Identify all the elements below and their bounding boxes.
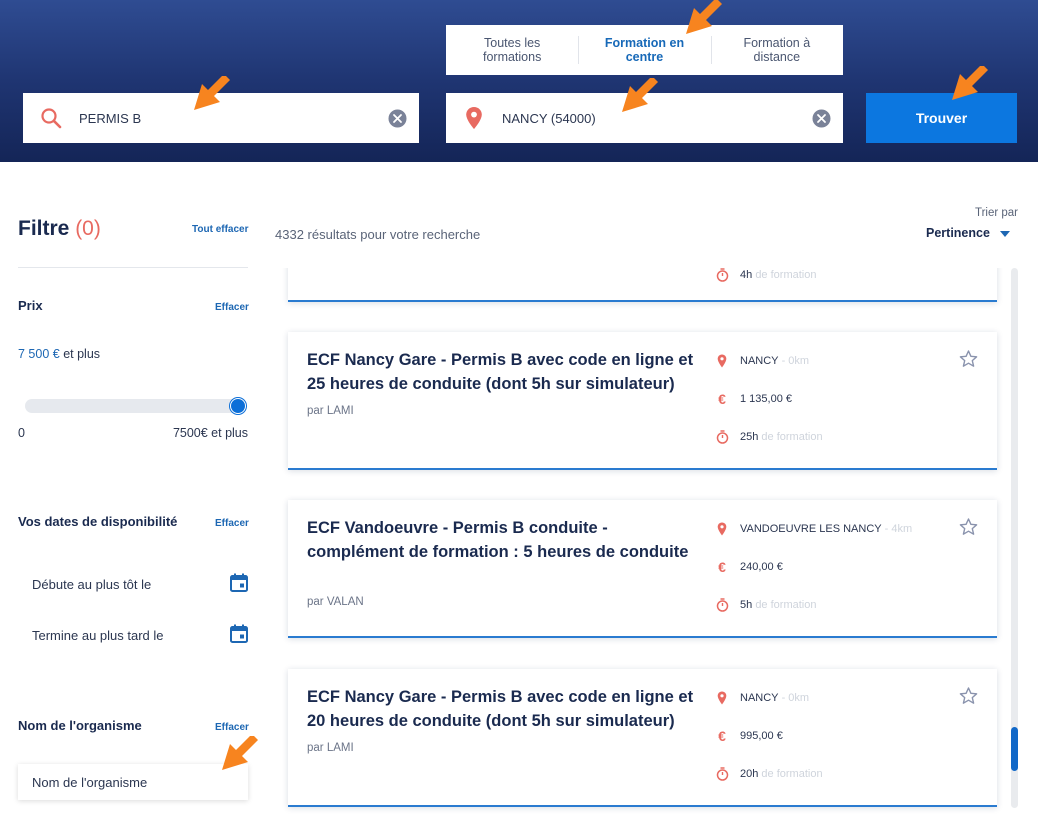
location-field [446,93,843,143]
card-duration-value: 25h [740,431,759,443]
clear-dates-link[interactable]: Effacer [215,518,249,529]
search-input[interactable] [79,93,375,143]
results-scrollbar-thumb[interactable] [1011,727,1018,771]
card-org: par LAMI [307,742,354,754]
price-section-title: Prix [18,298,43,313]
card-org: par VALAN [307,596,364,608]
card-title[interactable]: ECF Vandoeuvre - Permis B conduite - com… [307,517,697,564]
calendar-icon[interactable] [230,573,248,595]
card-price-value: 1 135,00 € [740,393,792,405]
location-input[interactable] [502,93,799,143]
results-list: 4h de formation ECF Nancy Gare - Permis … [272,268,1012,828]
formation-mode-tabs: Toutes les formations Formation en centr… [446,25,843,75]
card-price: € 1 135,00 € [715,392,792,406]
org-name-input[interactable] [18,764,248,800]
card-price: € 995,00 € [715,729,783,743]
calendar-icon[interactable] [230,624,248,646]
card-duration-suffix: de formation [755,599,817,611]
card-duration: 5h de formation [715,598,816,612]
result-card[interactable]: ECF Nancy Gare - Permis B avec code en l… [288,332,997,470]
start-date-label: Débute au plus tôt le [32,576,152,592]
sidebar-divider [18,267,248,268]
map-pin-icon [446,106,502,130]
clear-search-icon[interactable] [375,109,419,128]
card-location-value: VANDOEUVRE LES NANCY [740,523,882,535]
clear-org-link[interactable]: Effacer [215,722,249,733]
card-duration-suffix: de formation [755,269,817,281]
result-card[interactable]: ECF Nancy Gare - Permis B avec code en l… [288,669,997,807]
price-slider[interactable] [25,398,246,414]
filter-title: Filtre (0) [18,217,101,241]
results-scrollbar[interactable] [1011,268,1018,808]
filter-count: (0) [75,217,101,240]
filter-title-label: Filtre [18,217,70,240]
find-button[interactable]: Trouver [866,93,1017,143]
result-card[interactable]: 4h de formation [288,268,997,302]
card-distance: - 0km [781,692,810,704]
card-location-value: NANCY [740,692,779,704]
price-slider-handle[interactable] [230,398,246,414]
price-slider-min: 0 [18,426,25,440]
favorite-star-icon[interactable] [959,518,978,541]
timer-icon [715,598,729,612]
card-location: NANCY - 0km [715,354,809,368]
sort-select[interactable]: Pertinence [926,226,1010,240]
clear-price-link[interactable]: Effacer [215,302,249,313]
price-slider-max: 7500€ et plus [172,426,248,440]
card-distance: - 4km [884,523,913,535]
card-duration: 4h de formation [715,268,816,282]
timer-icon [715,268,729,282]
euro-icon: € [718,728,726,744]
results-count: 4332 résultats pour votre recherche [275,227,481,242]
card-duration-value: 20h [740,768,759,780]
end-date-picker[interactable]: Termine au plus tard le [32,622,248,648]
price-value-number: 7 500 € [18,347,60,361]
price-value-suffix: et plus [59,347,101,361]
favorite-star-icon[interactable] [959,687,978,710]
card-duration-value: 5h [740,599,753,611]
search-header: Toutes les formations Formation en centr… [0,0,1038,162]
card-distance: - 0km [781,355,810,367]
card-location: VANDOEUVRE LES NANCY - 4km [715,522,912,536]
end-date-label: Termine au plus tard le [32,627,164,643]
card-org: par LAMI [307,405,354,417]
card-price-value: 995,00 € [740,730,783,742]
card-price-value: 240,00 € [740,561,783,573]
card-duration-suffix: de formation [761,431,823,443]
sort-label: Trier par [974,207,1018,219]
euro-icon: € [718,391,726,407]
start-date-picker[interactable]: Débute au plus tôt le [32,571,248,597]
tab-formation-en-centre[interactable]: Formation en centre [578,25,710,75]
dates-section-title: Vos dates de disponibilité [18,514,178,529]
card-duration: 25h de formation [715,430,823,444]
card-location-value: NANCY [740,355,779,367]
map-pin-icon [715,691,729,705]
card-duration: 20h de formation [715,767,823,781]
map-pin-icon [715,522,729,536]
card-duration-suffix: de formation [761,768,823,780]
favorite-star-icon[interactable] [959,350,978,373]
tab-formation-a-distance[interactable]: Formation à distance [710,25,843,75]
card-duration-value: 4h [740,269,753,281]
price-value: 7 500 € et plus [18,347,100,361]
euro-icon: € [718,559,726,575]
timer-icon [715,430,729,444]
result-card[interactable]: ECF Vandoeuvre - Permis B conduite - com… [288,500,997,638]
tab-toutes-formations[interactable]: Toutes les formations [446,25,578,75]
card-location: NANCY - 0km [715,691,809,705]
clear-location-icon[interactable] [799,109,843,128]
caret-down-icon [999,226,1010,240]
clear-all-link[interactable]: Tout effacer [192,224,249,235]
card-title[interactable]: ECF Nancy Gare - Permis B avec code en l… [307,686,697,733]
map-pin-icon [715,354,729,368]
sort-value: Pertinence [926,226,990,240]
timer-icon [715,767,729,781]
search-field [23,93,419,143]
card-title[interactable]: ECF Nancy Gare - Permis B avec code en l… [307,349,697,396]
org-section-title: Nom de l'organisme [18,718,142,733]
card-price: € 240,00 € [715,560,783,574]
search-icon [23,107,79,129]
